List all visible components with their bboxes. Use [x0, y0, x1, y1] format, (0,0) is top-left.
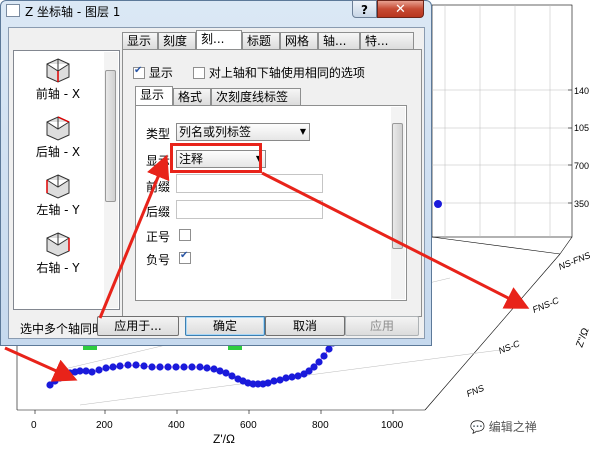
chat-bubble-icon: 💬 [470, 420, 485, 434]
annotation-arrows [4, 154, 530, 382]
watermark: 💬 编辑之禅 [470, 418, 537, 435]
arrow-to-category [261, 171, 530, 309]
arrow-to-data [4, 346, 78, 382]
arrow-to-dropdown [98, 154, 170, 319]
watermark-text: 编辑之禅 [488, 420, 537, 434]
